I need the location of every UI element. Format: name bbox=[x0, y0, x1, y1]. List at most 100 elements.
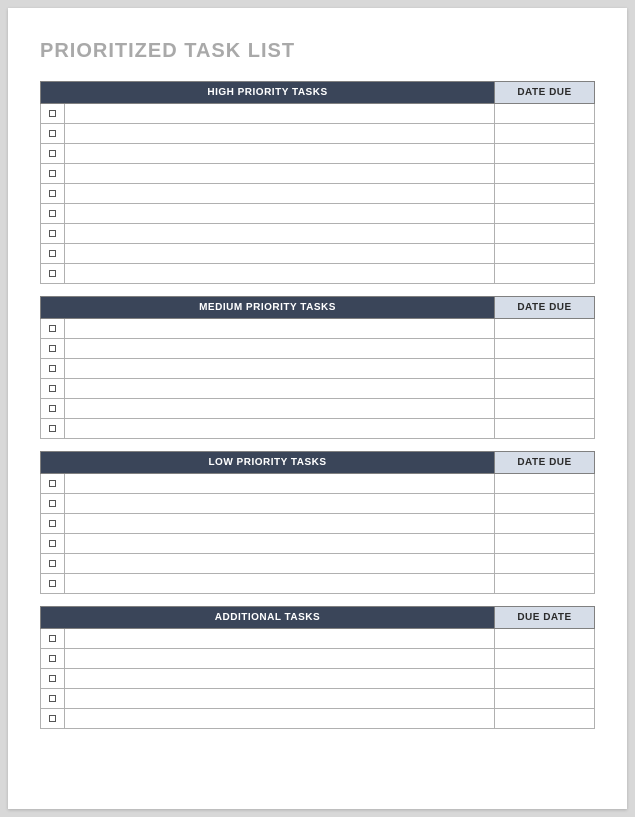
task-cell[interactable] bbox=[65, 264, 495, 284]
date-due-cell[interactable] bbox=[495, 494, 595, 514]
date-due-cell[interactable] bbox=[495, 629, 595, 649]
checkbox-icon[interactable] bbox=[49, 130, 56, 137]
checkbox-cell[interactable] bbox=[41, 574, 65, 594]
checkbox-icon[interactable] bbox=[49, 150, 56, 157]
date-due-cell[interactable] bbox=[495, 514, 595, 534]
checkbox-cell[interactable] bbox=[41, 514, 65, 534]
task-cell[interactable] bbox=[65, 419, 495, 439]
date-due-cell[interactable] bbox=[495, 124, 595, 144]
date-due-cell[interactable] bbox=[495, 244, 595, 264]
checkbox-icon[interactable] bbox=[49, 250, 56, 257]
checkbox-cell[interactable] bbox=[41, 164, 65, 184]
checkbox-cell[interactable] bbox=[41, 709, 65, 729]
task-cell[interactable] bbox=[65, 379, 495, 399]
checkbox-icon[interactable] bbox=[49, 405, 56, 412]
checkbox-cell[interactable] bbox=[41, 689, 65, 709]
checkbox-cell[interactable] bbox=[41, 339, 65, 359]
task-cell[interactable] bbox=[65, 244, 495, 264]
checkbox-cell[interactable] bbox=[41, 319, 65, 339]
date-due-cell[interactable] bbox=[495, 669, 595, 689]
task-cell[interactable] bbox=[65, 204, 495, 224]
date-due-cell[interactable] bbox=[495, 554, 595, 574]
task-cell[interactable] bbox=[65, 474, 495, 494]
checkbox-icon[interactable] bbox=[49, 715, 56, 722]
checkbox-cell[interactable] bbox=[41, 104, 65, 124]
checkbox-cell[interactable] bbox=[41, 124, 65, 144]
checkbox-icon[interactable] bbox=[49, 695, 56, 702]
date-due-cell[interactable] bbox=[495, 184, 595, 204]
date-due-cell[interactable] bbox=[495, 379, 595, 399]
checkbox-cell[interactable] bbox=[41, 224, 65, 244]
checkbox-cell[interactable] bbox=[41, 359, 65, 379]
checkbox-cell[interactable] bbox=[41, 419, 65, 439]
task-cell[interactable] bbox=[65, 494, 495, 514]
checkbox-icon[interactable] bbox=[49, 635, 56, 642]
date-due-cell[interactable] bbox=[495, 104, 595, 124]
checkbox-cell[interactable] bbox=[41, 184, 65, 204]
date-due-cell[interactable] bbox=[495, 224, 595, 244]
date-due-cell[interactable] bbox=[495, 359, 595, 379]
task-cell[interactable] bbox=[65, 534, 495, 554]
task-cell[interactable] bbox=[65, 339, 495, 359]
date-due-cell[interactable] bbox=[495, 399, 595, 419]
task-cell[interactable] bbox=[65, 104, 495, 124]
task-cell[interactable] bbox=[65, 514, 495, 534]
checkbox-icon[interactable] bbox=[49, 580, 56, 587]
checkbox-icon[interactable] bbox=[49, 480, 56, 487]
checkbox-cell[interactable] bbox=[41, 669, 65, 689]
task-cell[interactable] bbox=[65, 224, 495, 244]
checkbox-icon[interactable] bbox=[49, 540, 56, 547]
checkbox-icon[interactable] bbox=[49, 190, 56, 197]
checkbox-icon[interactable] bbox=[49, 170, 56, 177]
date-due-cell[interactable] bbox=[495, 164, 595, 184]
checkbox-icon[interactable] bbox=[49, 385, 56, 392]
checkbox-cell[interactable] bbox=[41, 494, 65, 514]
date-due-cell[interactable] bbox=[495, 204, 595, 224]
checkbox-icon[interactable] bbox=[49, 210, 56, 217]
checkbox-cell[interactable] bbox=[41, 629, 65, 649]
checkbox-cell[interactable] bbox=[41, 379, 65, 399]
task-cell[interactable] bbox=[65, 319, 495, 339]
checkbox-icon[interactable] bbox=[49, 365, 56, 372]
date-due-cell[interactable] bbox=[495, 419, 595, 439]
checkbox-icon[interactable] bbox=[49, 675, 56, 682]
date-due-cell[interactable] bbox=[495, 319, 595, 339]
checkbox-cell[interactable] bbox=[41, 554, 65, 574]
checkbox-icon[interactable] bbox=[49, 500, 56, 507]
checkbox-icon[interactable] bbox=[49, 560, 56, 567]
checkbox-icon[interactable] bbox=[49, 425, 56, 432]
task-cell[interactable] bbox=[65, 359, 495, 379]
task-cell[interactable] bbox=[65, 629, 495, 649]
date-due-cell[interactable] bbox=[495, 144, 595, 164]
task-cell[interactable] bbox=[65, 124, 495, 144]
task-cell[interactable] bbox=[65, 144, 495, 164]
checkbox-cell[interactable] bbox=[41, 399, 65, 419]
checkbox-cell[interactable] bbox=[41, 244, 65, 264]
date-due-cell[interactable] bbox=[495, 339, 595, 359]
checkbox-icon[interactable] bbox=[49, 110, 56, 117]
task-cell[interactable] bbox=[65, 574, 495, 594]
task-cell[interactable] bbox=[65, 709, 495, 729]
checkbox-icon[interactable] bbox=[49, 345, 56, 352]
checkbox-icon[interactable] bbox=[49, 325, 56, 332]
checkbox-icon[interactable] bbox=[49, 270, 56, 277]
checkbox-icon[interactable] bbox=[49, 230, 56, 237]
checkbox-cell[interactable] bbox=[41, 649, 65, 669]
date-due-cell[interactable] bbox=[495, 574, 595, 594]
task-cell[interactable] bbox=[65, 689, 495, 709]
checkbox-cell[interactable] bbox=[41, 474, 65, 494]
checkbox-cell[interactable] bbox=[41, 144, 65, 164]
task-cell[interactable] bbox=[65, 184, 495, 204]
checkbox-cell[interactable] bbox=[41, 264, 65, 284]
checkbox-cell[interactable] bbox=[41, 204, 65, 224]
checkbox-icon[interactable] bbox=[49, 655, 56, 662]
task-cell[interactable] bbox=[65, 554, 495, 574]
task-cell[interactable] bbox=[65, 669, 495, 689]
date-due-cell[interactable] bbox=[495, 534, 595, 554]
date-due-cell[interactable] bbox=[495, 264, 595, 284]
task-cell[interactable] bbox=[65, 649, 495, 669]
checkbox-cell[interactable] bbox=[41, 534, 65, 554]
task-cell[interactable] bbox=[65, 399, 495, 419]
task-cell[interactable] bbox=[65, 164, 495, 184]
checkbox-icon[interactable] bbox=[49, 520, 56, 527]
